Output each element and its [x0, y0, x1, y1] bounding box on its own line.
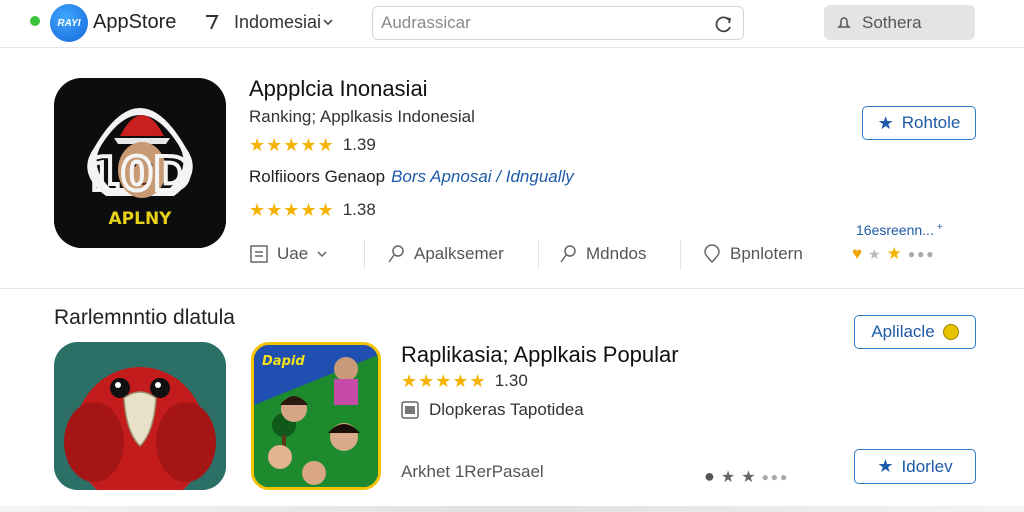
more-dots-icon: ●●● [761, 469, 790, 484]
app-icon-text-bottom: APLNY [109, 209, 173, 229]
app-title: Appplcia Inonasiai [249, 76, 428, 101]
app-icon-text-top: 10D [89, 147, 191, 201]
publisher-name: Rolfiioors Genaop [249, 167, 386, 186]
section-button[interactable]: Aplilacle [854, 315, 976, 349]
favorite-button[interactable]: ★ Rohtole [862, 106, 976, 140]
account-button[interactable]: Sothera [824, 5, 975, 40]
app-icon-artwork: 10D APLNY [54, 78, 226, 248]
rating-stars: ★★★★★ [249, 200, 335, 220]
app-thumbnail[interactable]: Dapid [251, 342, 381, 490]
list-icon [250, 245, 268, 263]
more-button[interactable]: ★ Idorlev [854, 449, 976, 484]
app-thumbnail[interactable] [54, 342, 226, 490]
section-heading: Rarlemnntio dlatula [54, 306, 235, 329]
search-box[interactable] [372, 6, 744, 40]
action-label: Bpnlotern [730, 244, 803, 263]
app-rating: ★★★★★ 1.30 [401, 371, 528, 391]
coin-icon [942, 324, 959, 340]
mini-rating: ● ★ ★ ●●● [704, 466, 789, 487]
section-button-label: Aplilacle [871, 322, 935, 341]
app-rating: ★★★★★ 1.39 [249, 135, 376, 155]
bell-icon [837, 16, 851, 28]
brand-logo[interactable]: RAYI [50, 4, 88, 42]
collage-image: Dapid [254, 345, 378, 487]
star-icon: ★ [741, 468, 756, 486]
top-bar: RAYI AppStore Indomesiai Sothera [0, 0, 1024, 48]
divider [538, 240, 539, 270]
reviews-link-text: 16esreenn... [856, 222, 934, 238]
star-icon: ★ [877, 112, 894, 133]
refresh-icon[interactable] [713, 13, 735, 35]
star-icon: ★ [868, 245, 881, 262]
developer-name: Dlopkeras Tapotidea [429, 400, 584, 419]
heart-icon: ♥ [852, 244, 863, 263]
favorite-button-label: Rohtole [901, 113, 961, 132]
divider [680, 240, 681, 270]
rating-stars: ★★★★★ [249, 135, 335, 155]
action-list[interactable]: Uae [249, 244, 328, 264]
more-button-label: Idorlev [901, 456, 953, 476]
app-subtitle: Ranking; Applkasis Indonesial [249, 107, 475, 126]
app-title: Raplikasia; Applkais Popular [401, 342, 679, 367]
action-modes[interactable]: Mdndos [558, 244, 646, 264]
publisher-row: Rolfiioors Genaop Bors Apnosai / Idnguall… [249, 167, 574, 187]
location-icon [704, 244, 720, 264]
reviews-link[interactable]: 16esreenn... + [856, 222, 943, 238]
action-apps[interactable]: Apalksemer [386, 244, 504, 264]
pin-icon [560, 245, 576, 263]
action-label: Uae [277, 244, 309, 263]
featured-app-icon[interactable]: 10D APLNY [54, 78, 226, 248]
brand-name[interactable]: AppStore [93, 11, 176, 34]
parrot-image [54, 342, 226, 490]
app-rating-secondary: ★★★★★ 1.38 [249, 200, 376, 220]
action-label: Mdndos [586, 244, 647, 263]
star-icon: ★ [877, 456, 894, 476]
developer-row: Dlopkeras Tapotidea [401, 400, 584, 420]
rating-stars: ★★★★★ [401, 371, 487, 391]
status-dot [30, 16, 40, 26]
action-label: Apalksemer [414, 244, 504, 263]
divider [364, 240, 365, 270]
star-icon: ★ [886, 244, 902, 263]
region-selector[interactable]: Indomesiai [234, 12, 321, 33]
developer-icon [401, 401, 419, 419]
rating-value: 1.39 [342, 135, 376, 154]
location-pin-icon: ● [704, 466, 715, 486]
chevron-down-icon[interactable] [322, 12, 334, 32]
search-input[interactable] [381, 11, 701, 35]
plus-icon: + [936, 222, 943, 233]
rating-value: 1.30 [494, 371, 528, 390]
mini-rating: ♥ ★ ★ ●●● [852, 244, 936, 264]
publisher-link[interactable]: Bors Apnosai / Idngually [391, 167, 574, 186]
rating-value: 1.38 [342, 200, 376, 219]
filter-icon[interactable] [204, 12, 220, 32]
account-label: Sothera [862, 12, 922, 32]
action-location[interactable]: Bpnlotern [702, 244, 803, 264]
chevron-down-icon [317, 251, 327, 258]
section-divider [0, 288, 1024, 289]
collage-text: Dapid [262, 354, 305, 369]
category-label: Arkhet 1RerPasael [401, 462, 544, 481]
bottom-strip [0, 506, 1024, 512]
pin-icon [388, 245, 404, 263]
star-icon: ★ [720, 468, 736, 486]
brand-logo-text: RAYI [57, 17, 81, 29]
more-dots-icon: ●●● [907, 247, 936, 261]
